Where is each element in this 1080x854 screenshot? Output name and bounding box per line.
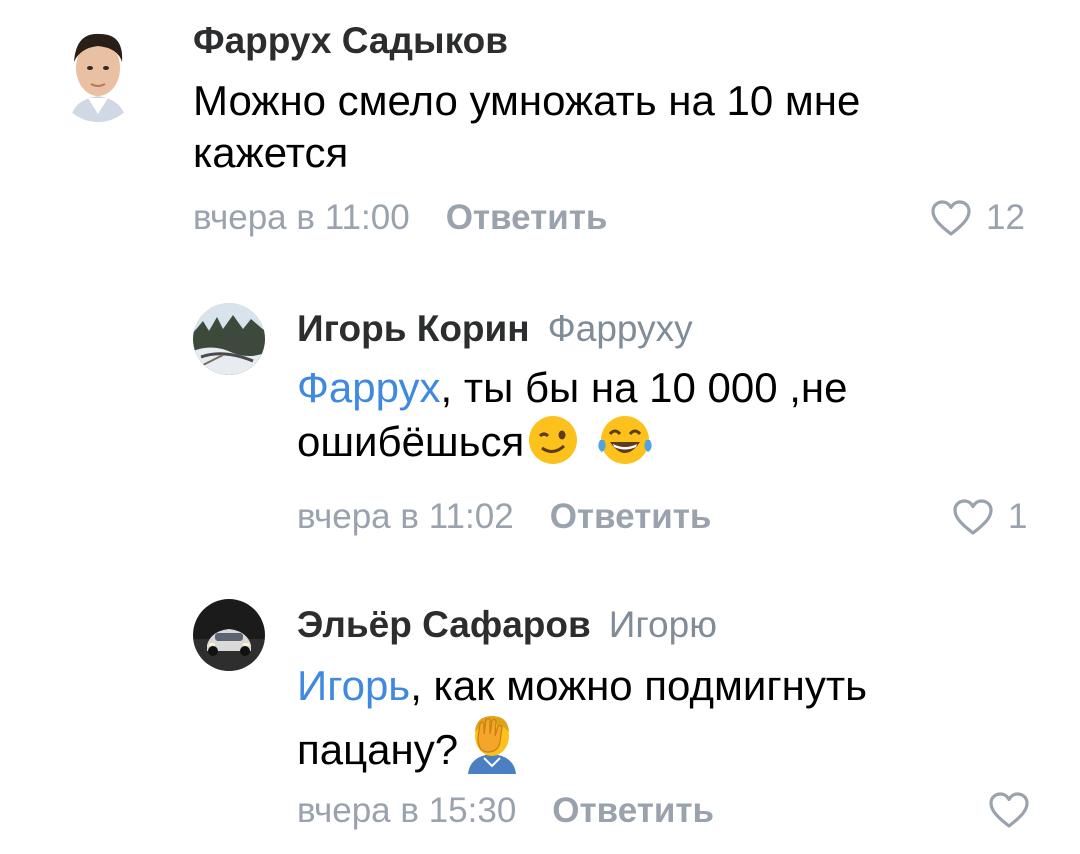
comment-time: вчера в 11:02 [297,497,514,536]
comment-text-fragment: ошибёшься [297,418,525,465]
like-button[interactable] [988,791,1044,829]
comment-time: вчера в 11:00 [193,198,410,237]
comment-text-line: кажется [193,129,349,176]
comment-meta: вчера в 11:02 Ответить [297,497,711,537]
comment-text-line: Игорь, как можно подмигнуть [297,660,1057,712]
comment-author[interactable]: Игорь Корин Фарруху [297,308,693,350]
winking-face-emoji-icon [529,416,578,464]
avatar[interactable] [58,22,138,122]
reply-to-name[interactable]: Фарруху [548,308,693,349]
comment-text: Игорь, как можно подмигнуть пацану? [297,660,1057,786]
face-with-tears-of-joy-emoji [596,414,654,478]
avatar[interactable] [193,599,265,671]
reply-to-name[interactable]: Игорю [609,604,717,645]
like-count: 1 [1008,497,1028,536]
person-facepalming-emoji [462,712,522,786]
comment-text-line: ошибёшься [297,414,1057,478]
face-with-tears-of-joy-emoji-icon [598,416,652,464]
comment-text: Можно смело умножать на 10 мне кажется [193,75,1053,179]
author-name[interactable]: Игорь Корин [297,308,530,349]
avatar[interactable] [193,303,265,375]
reply-button[interactable]: Ответить [550,497,712,536]
author-name[interactable]: Фаррух Садыков [193,20,508,61]
like-button[interactable]: 1 [952,497,1027,537]
comment-author[interactable]: Эльёр Сафаров Игорю [297,604,717,646]
comment-meta: вчера в 15:30 Ответить [297,791,714,831]
comment-text-fragment: , как можно подмигнуть [410,662,867,709]
reply-button[interactable]: Ответить [552,791,714,830]
comment-time: вчера в 15:30 [297,791,517,830]
comment-text-line: пацану? [297,712,1057,786]
comment-text-fragment: пацану? [297,726,459,773]
heart-outline-icon [931,200,971,236]
comment-text: Фаррух, ты бы на 10 000 ,не ошибёшься [297,362,1057,478]
avatar-photo-car-icon [193,599,265,671]
avatar-photo-landscape-icon [193,303,265,375]
comment-author[interactable]: Фаррух Садыков [193,20,508,62]
winking-face-emoji [524,414,582,478]
like-button[interactable]: 12 [930,198,1025,238]
author-name[interactable]: Эльёр Сафаров [297,604,591,645]
mention-link[interactable]: Фаррух [297,364,441,411]
avatar-photo-man-icon [58,22,138,122]
heart-outline-icon [953,499,993,535]
like-count: 12 [986,198,1025,237]
heart-outline-icon [989,792,1029,828]
comment-text-fragment: , ты бы на 10 000 ,не [440,364,848,411]
comment-text-line: Можно смело умножать на 10 мне [193,77,861,124]
mention-link[interactable]: Игорь [297,662,410,709]
reply-button[interactable]: Ответить [446,198,608,237]
comment-meta: вчера в 11:00 Ответить [193,198,607,238]
person-facepalming-emoji-icon [468,716,517,774]
comment-text-line: Фаррух, ты бы на 10 000 ,не [297,362,1057,414]
